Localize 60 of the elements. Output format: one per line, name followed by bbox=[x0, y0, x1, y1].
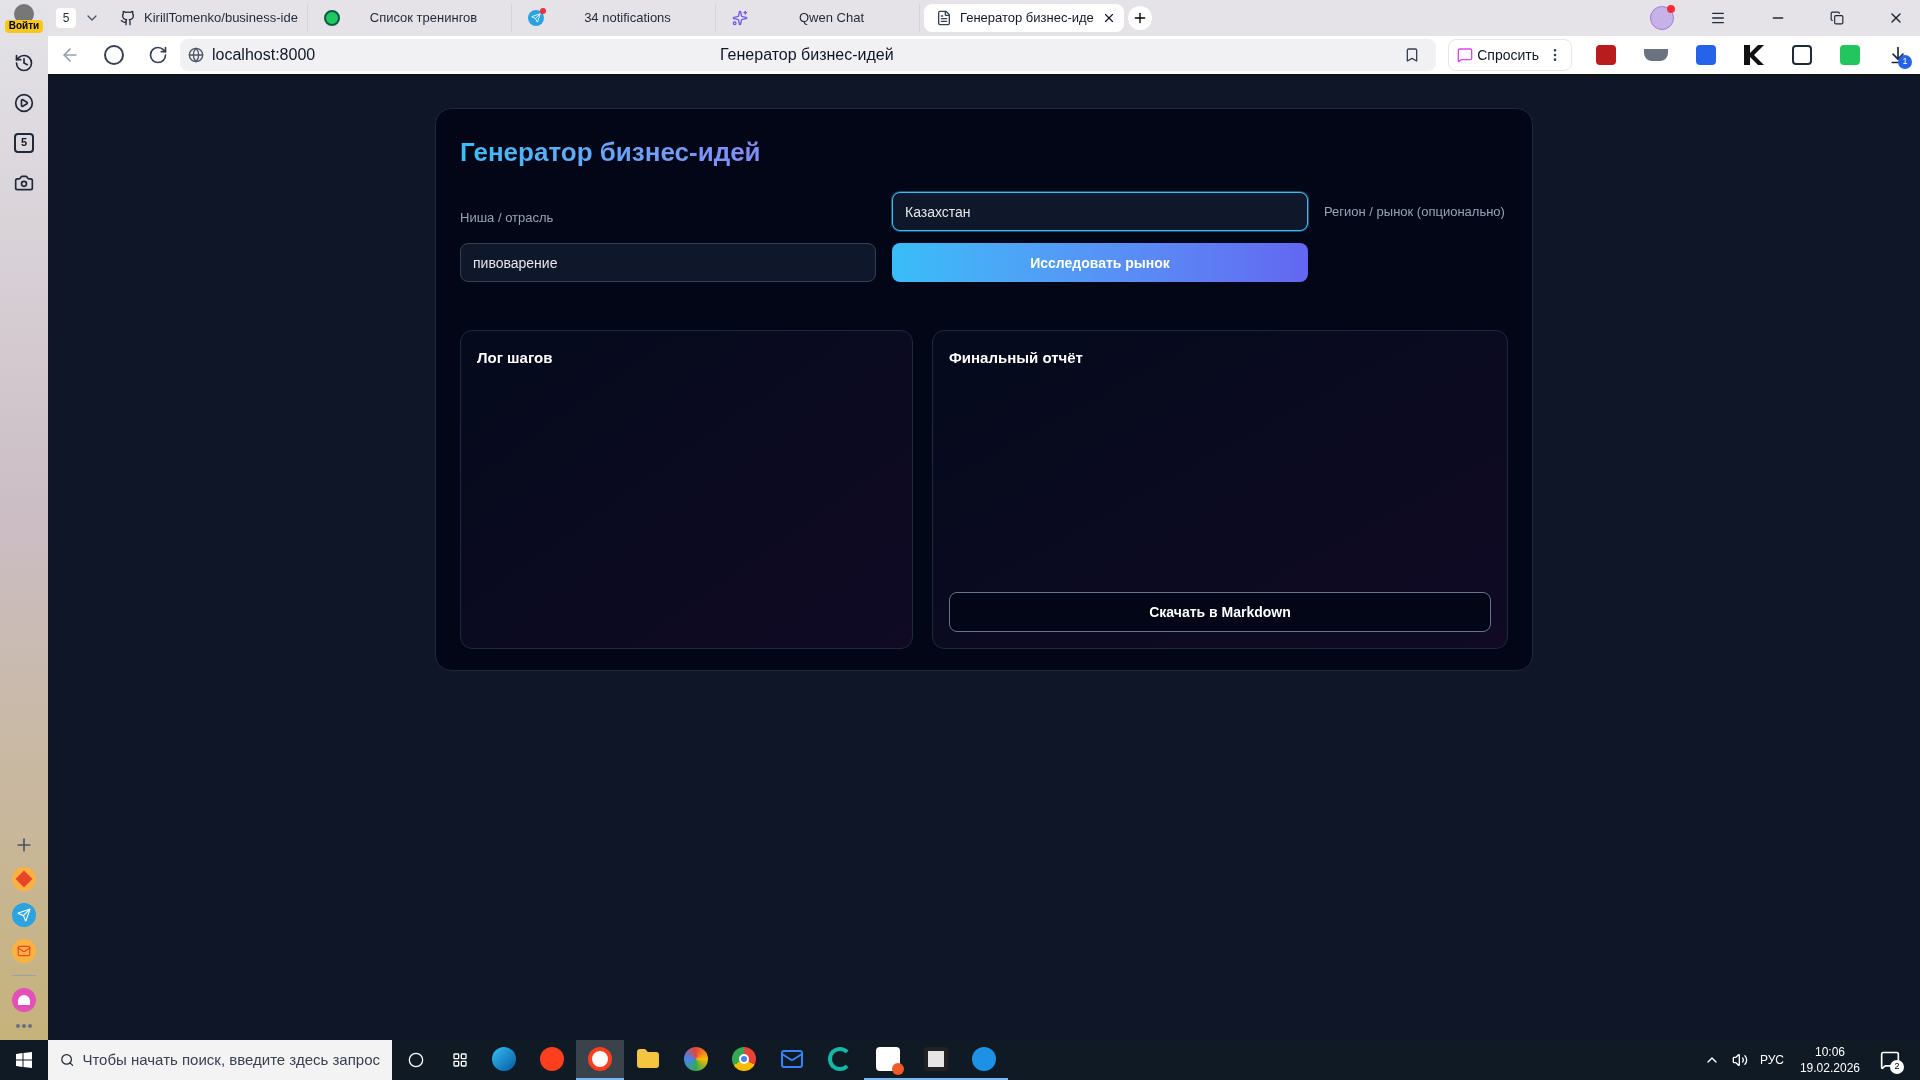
github-cat-icon bbox=[120, 10, 136, 26]
page-title: Генератор бизнес-идей bbox=[720, 45, 895, 65]
browser-tab[interactable]: KirillTomenko/business-ide bbox=[108, 4, 308, 32]
browser-tab[interactable]: Список тренингов bbox=[312, 4, 512, 32]
paper-plane-icon[interactable] bbox=[12, 903, 36, 927]
language-indicator[interactable]: РУС bbox=[1759, 1052, 1784, 1068]
mail-icon bbox=[780, 1047, 804, 1071]
chat-bubble-icon bbox=[1457, 47, 1474, 63]
address-field[interactable]: localhost:8000 Генератор бизнес-идей bbox=[180, 39, 1437, 71]
tab-count-badge[interactable]: 5 bbox=[56, 8, 76, 28]
new-tab-button[interactable] bbox=[1128, 6, 1152, 30]
circle-app-icon bbox=[540, 1047, 564, 1071]
cortana-icon[interactable] bbox=[408, 1052, 424, 1068]
panel-title: Финальный отчёт bbox=[949, 348, 1084, 368]
browser-tab[interactable]: Qwen Chat bbox=[720, 4, 920, 32]
clock-date: 19.02.2026 bbox=[1799, 1060, 1860, 1076]
pinwheel-icon bbox=[684, 1047, 708, 1071]
circle-logo-icon bbox=[324, 10, 340, 26]
taskbar-app[interactable] bbox=[576, 1040, 624, 1080]
browser-app-icon bbox=[588, 1047, 612, 1071]
region-field[interactable]: Казахстан bbox=[892, 192, 1308, 231]
browser-tab[interactable]: Генератор бизнес-иде bbox=[924, 4, 1124, 32]
taskbar-search-field[interactable]: Чтобы начать поиск, введите здесь запрос bbox=[48, 1040, 392, 1080]
folder-icon bbox=[636, 1047, 660, 1071]
document-icon bbox=[936, 10, 952, 26]
dome-app-icon[interactable] bbox=[12, 988, 36, 1012]
region-label: Регион / рынок (опционально) bbox=[1324, 202, 1506, 221]
volume-icon[interactable] bbox=[1731, 1052, 1748, 1068]
ask-button[interactable]: Спросить bbox=[1457, 45, 1539, 65]
notification-count: 2 bbox=[1890, 1060, 1904, 1074]
tab-title: Список тренингов bbox=[368, 9, 479, 28]
globe-icon bbox=[188, 47, 204, 63]
star-icon bbox=[732, 10, 748, 26]
history-icon[interactable] bbox=[14, 52, 34, 73]
restore-icon[interactable] bbox=[1830, 11, 1844, 25]
tab-title: KirillTomenko/business-ide bbox=[144, 9, 298, 28]
hat-extension-icon[interactable] bbox=[1644, 49, 1668, 61]
login-button[interactable]: Войти bbox=[4, 20, 44, 33]
tab-title: 34 notifications bbox=[583, 9, 672, 28]
browser-tab[interactable]: 34 notifications bbox=[516, 4, 716, 32]
search-icon bbox=[60, 1052, 75, 1068]
niche-field[interactable]: пивоварение bbox=[460, 243, 876, 282]
niche-label: Ниша / отрасль bbox=[460, 208, 555, 227]
menu-icon[interactable] bbox=[1710, 10, 1726, 26]
k-extension-icon[interactable] bbox=[1744, 45, 1764, 65]
task-view-icon[interactable] bbox=[452, 1052, 468, 1068]
url-text: localhost:8000 bbox=[212, 45, 317, 65]
clock-time: 10:06 bbox=[1814, 1044, 1845, 1060]
tab-title: Qwen Chat bbox=[797, 9, 865, 28]
search-placeholder: Чтобы начать поиск, введите здесь запрос bbox=[82, 1049, 380, 1070]
download-markdown-button[interactable]: Скачать в Markdown bbox=[949, 592, 1491, 632]
panel-title: Лог шагов bbox=[477, 348, 554, 368]
tab-title: Генератор бизнес-иде bbox=[960, 9, 1094, 28]
play-icon[interactable] bbox=[14, 92, 34, 113]
plus-icon bbox=[1132, 10, 1148, 26]
download-count-badge: 1 bbox=[1898, 55, 1912, 69]
paper-plane-icon bbox=[528, 10, 544, 26]
reload-icon[interactable] bbox=[148, 45, 168, 65]
chrome-like-icon bbox=[732, 1047, 756, 1071]
tab-counter[interactable]: 5 bbox=[14, 132, 34, 153]
